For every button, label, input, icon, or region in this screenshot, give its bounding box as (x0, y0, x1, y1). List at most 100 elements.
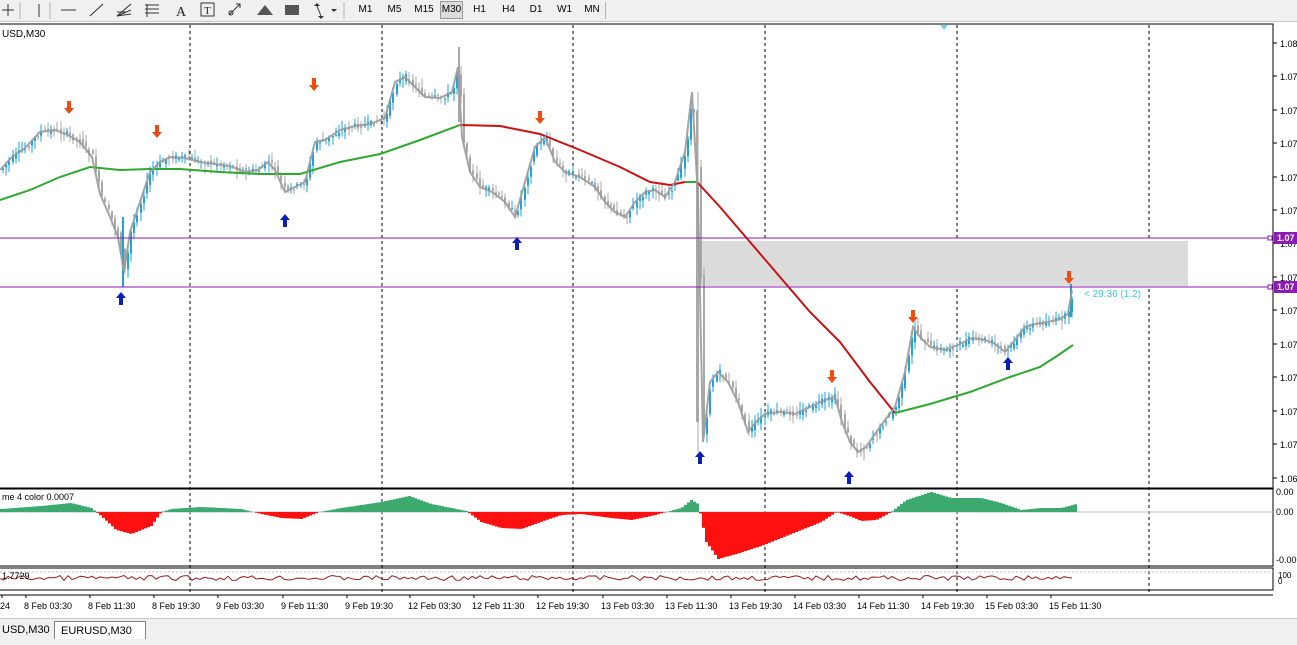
histogram-bar (738, 512, 741, 553)
timeframe-m5-button[interactable]: M5 (381, 1, 408, 19)
histogram-bar (630, 512, 633, 520)
candle-body (581, 175, 583, 176)
histogram-bar (330, 509, 333, 512)
time-axis-label: 12 Feb 03:30 (408, 601, 461, 611)
candle-body (277, 166, 279, 174)
histogram-bar (1071, 505, 1074, 512)
arrows-dropdown-icon[interactable] (314, 3, 337, 19)
timeframe-d1-button[interactable]: D1 (525, 1, 547, 19)
price-axis-label: 1.07 (1280, 173, 1297, 183)
timeframe-h1-button[interactable]: H1 (468, 1, 491, 19)
time-axis-label: 12 Feb 11:30 (472, 601, 524, 611)
rectangle-icon[interactable] (285, 5, 299, 15)
candle-body (636, 201, 638, 208)
histogram-bar (465, 511, 468, 512)
histogram-bar (828, 512, 831, 517)
histogram-bar (123, 512, 126, 533)
timeframe-h4-button[interactable]: H4 (497, 1, 520, 19)
candle-body (293, 189, 295, 191)
histogram-bar (435, 505, 438, 512)
timeframe-m30-button[interactable]: M30 (440, 1, 463, 19)
histogram-bar (1029, 509, 1032, 512)
line-handle (1267, 284, 1273, 290)
price-axis-label: 1.07 (1280, 440, 1297, 450)
timeframe-m1-button[interactable]: M1 (352, 1, 379, 19)
histogram-bar (852, 512, 855, 518)
chart-area[interactable]: USD,M30 1.08 1.07 1.07 1.07 1.07 1.07 1.07 1.07 1… (0, 22, 1297, 618)
timeframe-w1-button[interactable]: W1 (553, 1, 576, 19)
histogram-bar (405, 496, 408, 512)
histogram-bar (687, 502, 690, 512)
histogram-bar (765, 512, 768, 544)
histogram-bar (588, 512, 591, 516)
candle-body (671, 191, 673, 193)
histogram-bar (1041, 508, 1044, 512)
candle-body (927, 338, 929, 342)
timeframe-mn-button[interactable]: MN (581, 1, 603, 19)
candle-body (978, 337, 980, 338)
histogram-bar (966, 498, 969, 512)
histogram-bar (543, 512, 546, 521)
triangle-icon[interactable] (257, 5, 273, 15)
histogram-bar (534, 512, 537, 524)
chart-tab[interactable]: USD,M30 (0, 621, 50, 639)
candle-body (476, 173, 478, 179)
candle-body (284, 182, 286, 187)
candle-body (316, 141, 318, 151)
histogram-bar (741, 512, 744, 553)
text-label-icon[interactable]: T (200, 2, 215, 17)
histogram-bar (810, 512, 813, 526)
histogram-bar (375, 502, 378, 513)
histogram-bar (1044, 508, 1047, 512)
histogram-bar (141, 512, 144, 530)
arrow-label-icon[interactable] (228, 3, 241, 16)
histogram-bar (111, 512, 114, 527)
histogram-bar (195, 507, 198, 512)
histogram-bar (75, 504, 78, 513)
histogram-bar (639, 512, 642, 519)
candle-body (863, 451, 865, 453)
histogram-bar (714, 512, 717, 555)
candle-body (1013, 343, 1015, 349)
trendline-icon[interactable] (89, 3, 104, 17)
candle-body (85, 141, 87, 147)
histogram-bar (972, 498, 975, 512)
histogram-bar (669, 510, 672, 512)
histogram-bar (510, 512, 513, 529)
time-axis-label: 9 Feb 03:30 (216, 601, 264, 611)
histogram-bar (1074, 504, 1077, 512)
histogram-bar (159, 512, 162, 514)
timeframe-m15-button[interactable]: M15 (410, 1, 438, 19)
histogram-bar (282, 512, 285, 519)
candle-body (335, 134, 337, 136)
histogram-bar (582, 512, 585, 515)
histogram-bar (999, 502, 1002, 513)
histogram-bar (774, 512, 777, 541)
time-axis-label: 12 Feb 19:30 (536, 601, 589, 611)
histogram-bar (780, 512, 783, 538)
histogram-bar (441, 506, 444, 512)
histogram-bar (684, 504, 687, 512)
histogram-bar (339, 508, 342, 512)
histogram-bar (720, 512, 723, 559)
histogram-bar (0, 509, 3, 512)
candle-body (98, 169, 100, 182)
histogram-bar (981, 498, 984, 513)
histogram-bar (963, 498, 966, 512)
price-zone-rectangle[interactable] (697, 241, 1188, 286)
fibonacci-icon[interactable] (145, 4, 159, 17)
histogram-bar (147, 512, 150, 528)
histogram-bar (423, 501, 426, 512)
histogram-bar (627, 512, 630, 520)
histogram-bar (513, 512, 516, 529)
candle-body (1004, 345, 1006, 350)
histogram-bar (870, 512, 873, 521)
crosshair-icon[interactable] (2, 4, 14, 16)
histogram-bar (822, 512, 825, 521)
text-icon[interactable]: A (176, 5, 187, 20)
chart-tab[interactable]: EURUSD,M30 (54, 621, 146, 639)
histogram-bar (897, 506, 900, 512)
fibonacci-fan-icon[interactable] (116, 3, 132, 17)
histogram-bar (36, 506, 39, 512)
histogram-scale-label: 0.00 (1276, 507, 1294, 517)
